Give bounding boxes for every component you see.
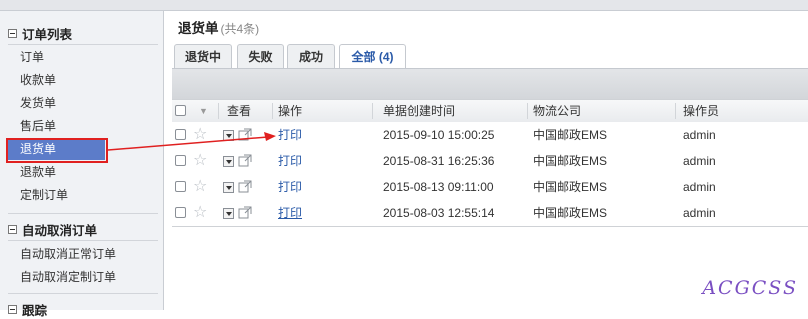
popout-icon[interactable] <box>238 180 252 193</box>
collapse-icon[interactable] <box>8 28 17 38</box>
dropdown-icon[interactable] <box>223 130 234 141</box>
grid-header: ▼ 查看 操作 单据创建时间 物流公司 操作员 <box>172 99 808 123</box>
sidebar-item-custom-order[interactable]: 定制订单 <box>20 186 68 204</box>
collapse-icon[interactable] <box>8 224 17 234</box>
grid-bottom-border <box>172 226 808 227</box>
column-divider <box>527 103 528 119</box>
logistics-company: 中国邮政EMS <box>533 154 608 168</box>
print-link[interactable]: 打印 <box>278 122 302 148</box>
logistics-company: 中国邮政EMS <box>533 128 608 142</box>
sidebar-item-shipment[interactable]: 发货单 <box>20 94 56 112</box>
tab-all[interactable]: 全部 (4) <box>339 44 406 69</box>
col-header-view[interactable]: 查看 <box>227 100 251 122</box>
star-icon[interactable]: ☆ <box>193 150 207 172</box>
table-row[interactable]: ☆ 打印 2015-08-31 16:25:36 中国邮政EMS admin <box>172 148 808 175</box>
star-icon[interactable]: ☆ <box>193 202 207 224</box>
dropdown-icon[interactable] <box>223 208 234 219</box>
tab-success[interactable]: 成功 <box>287 44 335 68</box>
col-header-logistics[interactable]: 物流公司 <box>533 100 581 122</box>
col-header-operator[interactable]: 操作员 <box>683 100 719 122</box>
table-row[interactable]: ☆ 打印 2015-08-03 12:55:14 中国邮政EMS admin <box>172 200 808 227</box>
divider <box>8 293 158 294</box>
sidebar-item-receipt[interactable]: 收款单 <box>20 71 56 89</box>
divider <box>8 44 158 45</box>
sidebar-item-aftersale[interactable]: 售后单 <box>20 117 56 135</box>
logistics-company: 中国邮政EMS <box>533 180 608 194</box>
section-auto-cancel[interactable]: 自动取消订单 <box>8 221 98 238</box>
print-link[interactable]: 打印 <box>278 148 302 174</box>
page-title: 退货单 (共4条) <box>178 21 260 36</box>
column-divider <box>372 103 373 119</box>
sidebar-item-refund[interactable]: 退款单 <box>20 163 56 181</box>
top-bar <box>0 0 808 11</box>
tab-returning[interactable]: 退货中 <box>174 44 232 68</box>
col-header-created[interactable]: 单据创建时间 <box>383 100 455 122</box>
row-checkbox[interactable] <box>175 181 186 192</box>
section-title: 跟踪 <box>22 303 48 318</box>
row-checkbox[interactable] <box>175 207 186 218</box>
row-checkbox[interactable] <box>175 155 186 166</box>
popout-icon[interactable] <box>238 128 252 141</box>
toolbar <box>172 68 808 99</box>
popout-icon[interactable] <box>238 206 252 219</box>
sidebar-item-order[interactable]: 订单 <box>20 48 44 66</box>
sort-arrow-icon[interactable]: ▼ <box>199 100 208 122</box>
section-title: 自动取消订单 <box>22 223 98 238</box>
operator: admin <box>683 128 716 142</box>
star-icon[interactable]: ☆ <box>193 176 207 198</box>
created-time: 2015-08-03 12:55:14 <box>383 206 495 220</box>
created-time: 2015-08-13 09:11:00 <box>383 180 494 194</box>
section-order-list[interactable]: 订单列表 <box>8 25 73 42</box>
star-icon[interactable]: ☆ <box>193 124 207 146</box>
created-time: 2015-08-31 16:25:36 <box>383 154 495 168</box>
highlight-box <box>6 138 108 163</box>
dropdown-icon[interactable] <box>223 156 234 167</box>
operator: admin <box>683 206 716 220</box>
record-count: (共4条) <box>220 22 260 36</box>
sidebar-item-auto-cancel-normal[interactable]: 自动取消正常订单 <box>20 245 116 263</box>
column-divider <box>218 103 219 119</box>
print-link[interactable]: 打印 <box>278 200 302 226</box>
column-divider <box>675 103 676 119</box>
column-divider <box>272 103 273 119</box>
logistics-company: 中国邮政EMS <box>533 206 608 220</box>
print-link[interactable]: 打印 <box>278 174 302 200</box>
tab-failed[interactable]: 失败 <box>237 44 284 68</box>
section-tracking[interactable]: 跟踪 <box>8 301 48 318</box>
row-checkbox[interactable] <box>175 129 186 140</box>
section-title: 订单列表 <box>22 27 73 42</box>
table-row[interactable]: ☆ 打印 2015-09-10 15:00:25 中国邮政EMS admin <box>172 122 808 149</box>
sidebar-item-auto-cancel-custom[interactable]: 自动取消定制订单 <box>20 268 116 286</box>
collapse-icon[interactable] <box>8 304 17 314</box>
divider <box>8 213 158 214</box>
select-all-checkbox[interactable] <box>175 105 186 116</box>
col-header-action[interactable]: 操作 <box>278 100 302 122</box>
divider <box>8 240 158 241</box>
table-row[interactable]: ☆ 打印 2015-08-13 09:11:00 中国邮政EMS admin <box>172 174 808 201</box>
dropdown-icon[interactable] <box>223 182 234 193</box>
created-time: 2015-09-10 15:00:25 <box>383 128 495 142</box>
operator: admin <box>683 180 716 194</box>
operator: admin <box>683 154 716 168</box>
watermark: ACGCSS <box>702 277 798 299</box>
popout-icon[interactable] <box>238 154 252 167</box>
